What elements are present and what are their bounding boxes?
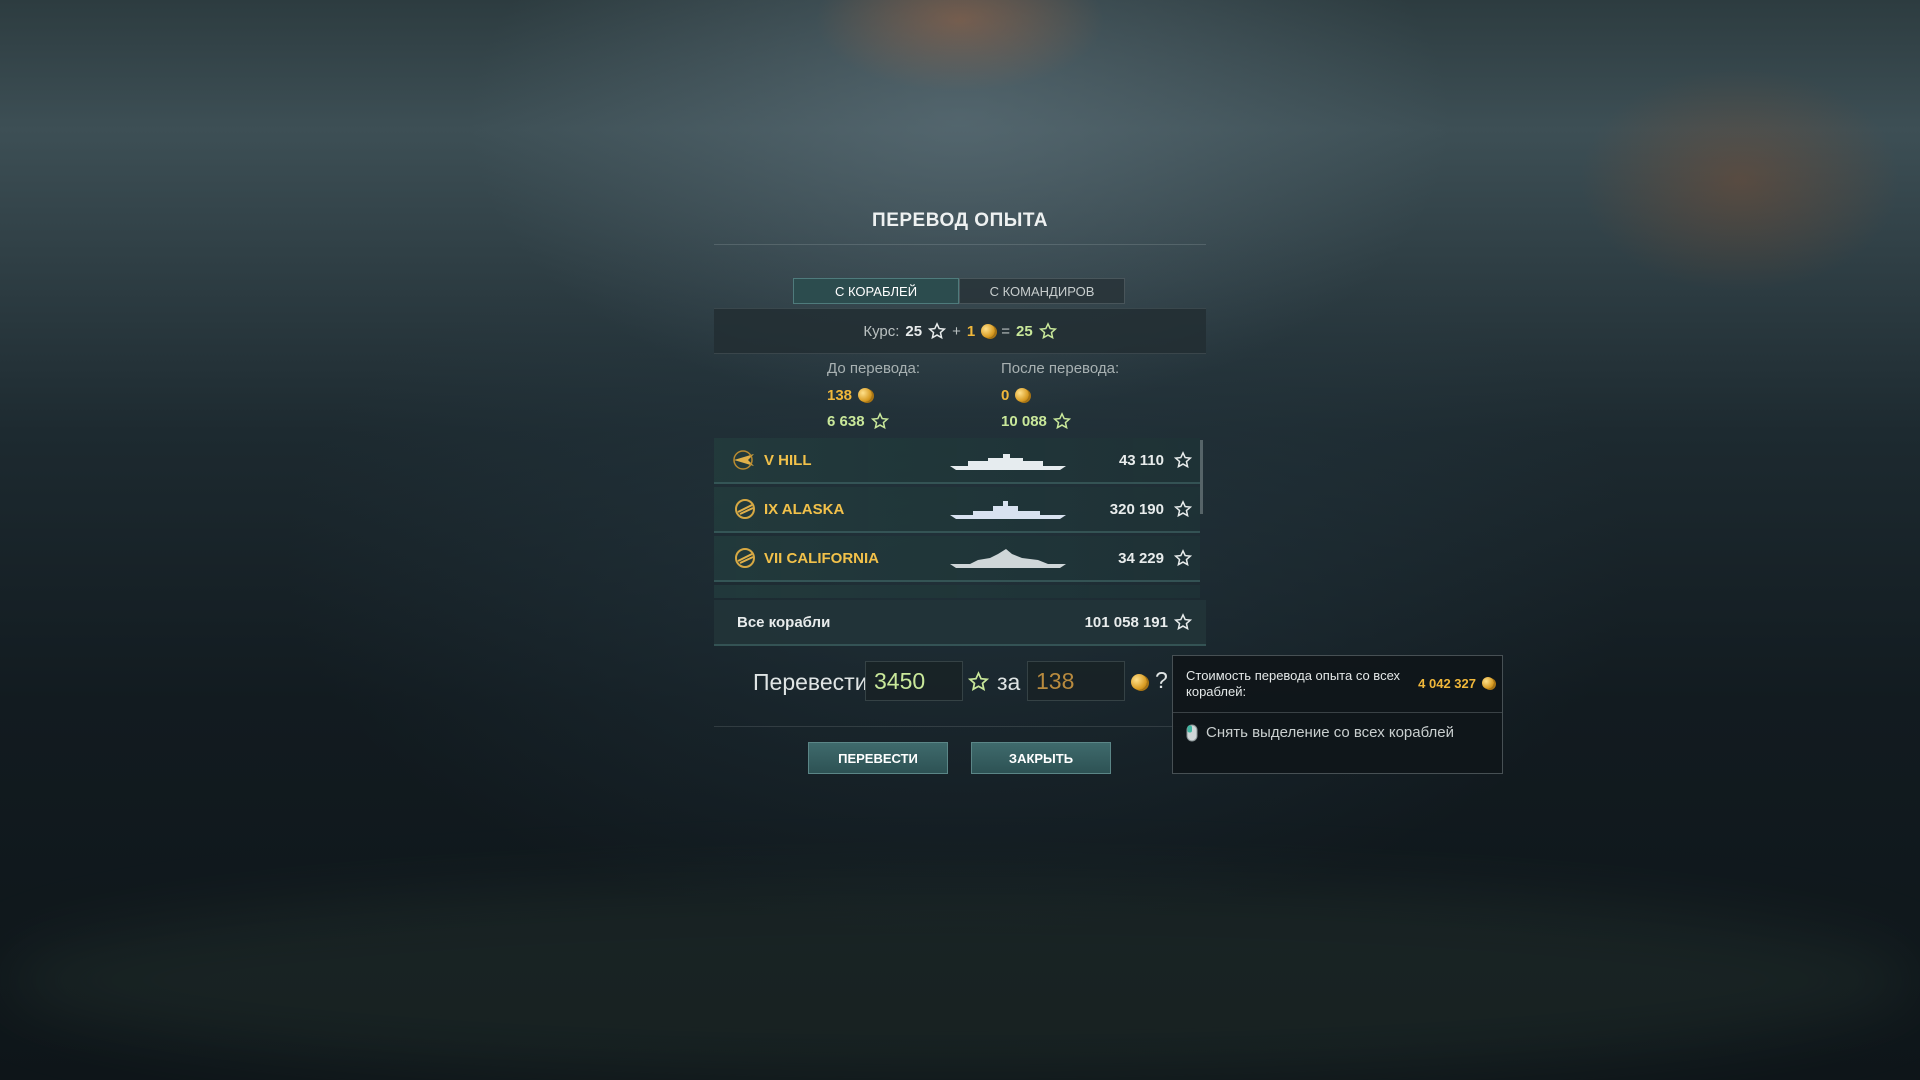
after-gold: 0 [1001, 386, 1010, 404]
source-tabs: С КОРАБЛЕЙ С КОМАНДИРОВ [793, 278, 1125, 304]
mouse-icon [1186, 724, 1198, 742]
free-xp-star-icon [1052, 412, 1071, 430]
before-free-xp: 6 638 [827, 412, 865, 430]
gold-coin-icon [1131, 674, 1147, 690]
after-free-xp: 10 088 [1001, 412, 1047, 430]
before-transfer: До перевода: 138 6 638 [827, 360, 920, 434]
ship-name: IX ALASKA [764, 500, 845, 518]
ship-silhouette-icon [950, 549, 1066, 568]
gold-coin-icon [858, 388, 873, 402]
all-ships-label: Все корабли [737, 614, 831, 631]
xp-star-icon [1174, 613, 1192, 631]
ship-row[interactable]: V HILL 43 110 [714, 438, 1200, 484]
help-icon[interactable]: ? [1155, 667, 1168, 694]
rate-free-xp-value: 25 [1015, 322, 1033, 340]
ship-silhouette-icon [950, 501, 1066, 519]
tooltip-cost-value: 4 042 327 [1418, 676, 1476, 691]
free-xp-star-icon [1038, 322, 1057, 340]
ship-list[interactable]: V HILL 43 110 IX ALASKA 320 190 VII CALI… [714, 438, 1206, 598]
ship-emblem-icon [735, 499, 755, 519]
tooltip-divider [1173, 712, 1502, 713]
after-label: После перевода: [1001, 360, 1120, 377]
gold-amount-input[interactable]: 138 [1027, 661, 1125, 701]
gold-coin-icon [1482, 677, 1494, 689]
ship-row[interactable]: VII CALIFORNIA 34 229 [714, 536, 1200, 582]
free-xp-star-icon [968, 671, 989, 692]
transfer-label: Перевести [753, 669, 868, 695]
free-xp-amount-input[interactable]: 3450 [865, 661, 963, 701]
exchange-rate-row: Курс: 25 + 1 = 25 [714, 308, 1206, 354]
dialog-title: ПЕРЕВОД ОПЫТА [872, 210, 1048, 231]
ship-row[interactable]: IX ALASKA 320 190 [714, 487, 1200, 533]
for-label: за [997, 669, 1021, 695]
ship-xp: 34 229 [1118, 549, 1164, 567]
ship-emblem-icon [735, 548, 755, 568]
gold-coin-icon [981, 324, 996, 338]
xp-star-icon [1174, 500, 1192, 518]
rate-plus: + [952, 322, 961, 340]
after-transfer: После перевода: 0 10 088 [1001, 360, 1119, 434]
tab-from-ships[interactable]: С КОРАБЛЕЙ [793, 278, 959, 304]
transfer-button[interactable]: ПЕРЕВЕСТИ [808, 742, 948, 774]
xp-star-icon [1174, 549, 1192, 567]
rate-xp-value: 25 [905, 322, 923, 340]
before-label: До перевода: [827, 360, 921, 377]
xp-star-icon [1174, 451, 1192, 469]
rate-equals: = [1001, 322, 1010, 340]
footer-divider [714, 726, 1206, 727]
cost-tooltip: Стоимость перевода опыта со всех корабле… [1172, 655, 1503, 774]
ship-silhouette-icon [950, 454, 1066, 470]
rate-gold-value: 1 [966, 322, 976, 340]
ship-emblem-icon [733, 450, 754, 470]
gold-coin-icon [1015, 388, 1030, 402]
xp-star-icon [928, 322, 947, 340]
all-ships-xp: 101 058 191 [1084, 614, 1168, 631]
ship-xp: 43 110 [1118, 451, 1164, 469]
tab-from-commanders[interactable]: С КОМАНДИРОВ [959, 278, 1125, 304]
ship-list-scrollbar[interactable] [1200, 440, 1203, 514]
free-xp-star-icon [870, 412, 889, 430]
tooltip-cost-label: Стоимость перевода опыта со всех корабле… [1186, 668, 1401, 699]
all-ships-row[interactable]: Все корабли 101 058 191 [714, 600, 1206, 646]
before-gold: 138 [827, 386, 853, 404]
tooltip-hint: Снять выделение со всех кораблей [1206, 724, 1455, 741]
title-divider [714, 244, 1206, 245]
close-button[interactable]: ЗАКРЫТЬ [971, 742, 1111, 774]
background-blur [0, 880, 1920, 1080]
ship-xp: 320 190 [1109, 500, 1164, 518]
ship-name: VII CALIFORNIA [764, 549, 879, 567]
ship-row-partial[interactable] [714, 585, 1200, 598]
ship-name: V HILL [764, 451, 812, 469]
rate-label: Курс: [863, 322, 900, 340]
